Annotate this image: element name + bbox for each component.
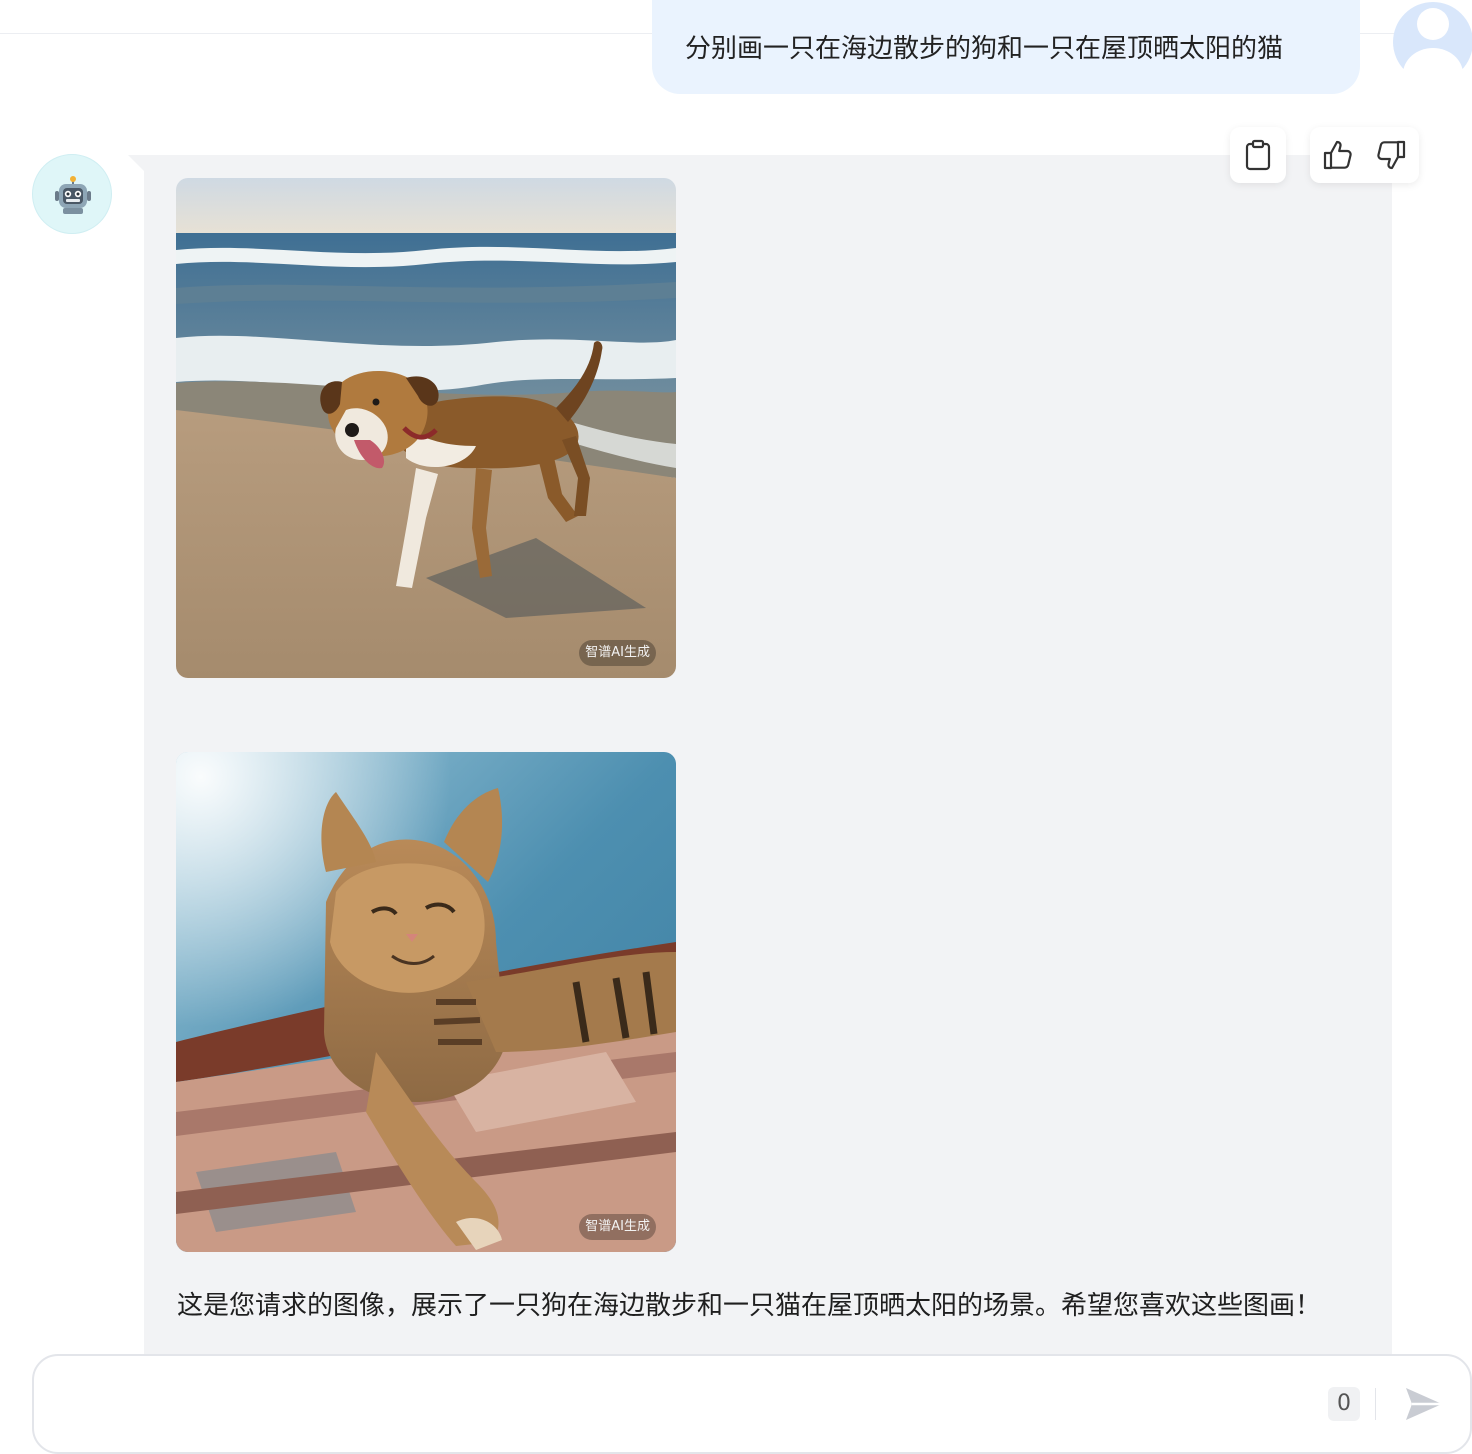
- ai-watermark-label: 智谱AI生成: [579, 1214, 656, 1240]
- robot-icon: [55, 176, 91, 214]
- thumbs-up-icon: [1323, 140, 1352, 170]
- assistant-bubble-tail: [128, 155, 144, 171]
- ai-watermark-label: 智谱AI生成: [579, 640, 656, 666]
- copy-button[interactable]: [1231, 127, 1285, 183]
- generated-image-dog-beach[interactable]: 智谱AI生成: [176, 178, 676, 678]
- like-button[interactable]: [1311, 127, 1365, 183]
- assistant-reply-text: 这是您请求的图像，展示了一只狗在海边散步和一只猫在屋顶晒太阳的场景。希望您喜欢这…: [177, 1291, 1322, 1321]
- char-count-badge: 0: [1328, 1387, 1360, 1421]
- dislike-button[interactable]: [1364, 127, 1418, 183]
- generated-image-cat-roof[interactable]: 智谱AI生成: [176, 752, 676, 1252]
- assistant-avatar: [32, 154, 112, 234]
- message-input[interactable]: [54, 1380, 1318, 1426]
- user-avatar[interactable]: [1393, 0, 1472, 82]
- send-icon: [1406, 1388, 1442, 1420]
- composer-divider: [1375, 1388, 1376, 1420]
- user-message-text: 分别画一只在海边散步的狗和一只在屋顶晒太阳的猫: [685, 34, 1284, 64]
- message-composer: 0: [32, 1354, 1472, 1454]
- send-button[interactable]: [1402, 1384, 1446, 1424]
- user-avatar-icon: [1393, 2, 1472, 82]
- feedback-action-card: [1310, 127, 1419, 183]
- clipboard-icon: [1245, 139, 1271, 171]
- cat-roof-illustration: [176, 752, 676, 1252]
- thumbs-down-icon: [1377, 140, 1406, 170]
- copy-action-card: [1230, 127, 1286, 183]
- user-message-bubble: 分别画一只在海边散步的狗和一只在屋顶晒太阳的猫: [652, 0, 1360, 94]
- dog-beach-illustration: [176, 178, 676, 678]
